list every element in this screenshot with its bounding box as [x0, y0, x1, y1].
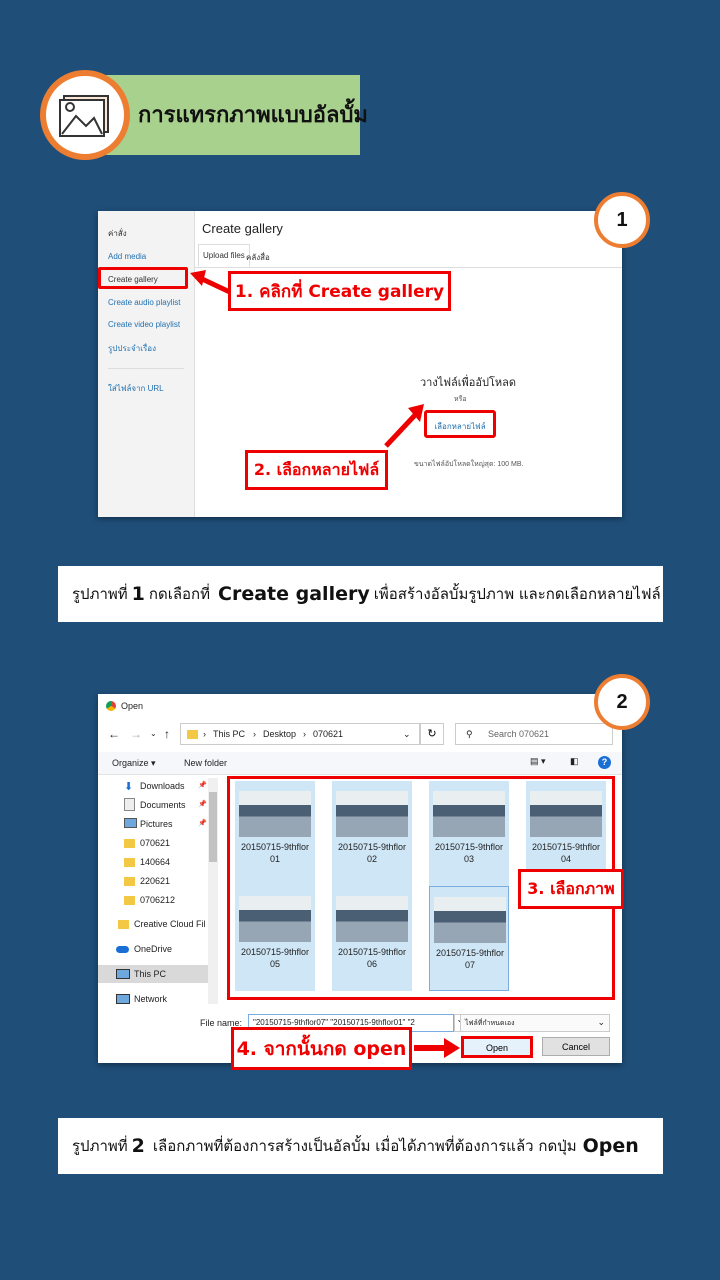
nav-item-network[interactable]: Network	[134, 994, 167, 1004]
nav-item-this-pc[interactable]: This PC	[134, 969, 166, 979]
caption-prefix: รูปภาพที่	[72, 1137, 128, 1155]
tab-upload-files[interactable]: Upload files	[198, 244, 250, 267]
callout-select-images: 3. เลือกภาพ	[518, 869, 624, 909]
picture-icon	[59, 95, 109, 137]
path-desktop[interactable]: Desktop	[263, 729, 296, 739]
caption-text-a: กดเลือกที่	[148, 585, 211, 603]
sidebar-item-audio-playlist[interactable]: Create audio playlist	[108, 298, 180, 307]
caption-bold: Create gallery	[218, 583, 370, 605]
sidebar-item-add-media[interactable]: Add media	[108, 252, 146, 261]
nav-item-140664[interactable]: 140664	[140, 857, 170, 867]
organize-menu[interactable]: Organize ▾	[112, 758, 156, 769]
nav-item-documents[interactable]: Documents	[140, 800, 186, 810]
folder-icon	[124, 839, 135, 848]
nav-item-pictures[interactable]: Pictures	[140, 819, 173, 829]
filetype-value: ไฟล์ที่กำหนดเอง	[465, 1020, 515, 1027]
caption-text-a: เลือกภาพที่ต้องการสร้างเป็นอัลบั้ม เมื่อ…	[152, 1137, 577, 1155]
search-input[interactable]: ⚲ Search 070621	[455, 723, 613, 745]
step-number-2: 2	[594, 674, 650, 730]
select-files-button[interactable]: เลือกหลายไฟล์	[424, 410, 496, 438]
chevron-down-icon[interactable]: ⌄	[403, 729, 411, 740]
caption-bold: Open	[582, 1135, 639, 1157]
address-bar[interactable]: › This PC › Desktop › 070621 ⌄	[180, 723, 420, 745]
path-sep-icon: ›	[203, 729, 206, 739]
sidebar-item-insert-url[interactable]: ใส่ไฟล์จาก URL	[108, 382, 164, 395]
tab-divider	[194, 267, 622, 268]
computer-icon	[116, 969, 130, 979]
onedrive-icon	[116, 946, 129, 953]
back-button[interactable]: ←	[108, 727, 120, 741]
step-number-1: 1	[594, 192, 650, 248]
forward-button[interactable]: →	[130, 727, 142, 741]
caption-1: รูปภาพที่ 1 กดเลือกที่ Create gallery เพ…	[58, 566, 663, 622]
sidebar-heading: ค่าสั่ง	[108, 229, 127, 238]
up-button[interactable]: ↑	[164, 727, 170, 741]
pictures-icon	[124, 818, 137, 828]
caption-number: 1	[131, 583, 145, 605]
path-sep-icon: ›	[253, 729, 256, 739]
downloads-icon: ⬇	[124, 781, 134, 793]
help-icon[interactable]: ?	[598, 756, 611, 769]
filename-value: "20150715-9thflor07" "20150715-9thflor01…	[253, 1018, 415, 1027]
nav-item-onedrive[interactable]: OneDrive	[134, 944, 172, 954]
pin-icon: 📌	[198, 820, 207, 827]
view-icon[interactable]: ▤ ▾	[530, 756, 546, 767]
drop-text: วางไฟล์เพื่ออัปโหลด	[420, 377, 517, 389]
documents-icon	[124, 798, 135, 811]
sidebar-item-featured-image[interactable]: รูปประจำเรื่อง	[108, 342, 156, 355]
max-size-text: ขนาดไฟล์อัปโหลดใหญ่สุด: 100 MB.	[414, 461, 524, 468]
nav-item-0706212[interactable]: 0706212	[140, 895, 175, 905]
sidebar-divider	[108, 368, 184, 369]
caption-number: 2	[131, 1135, 145, 1157]
network-icon	[116, 994, 130, 1004]
refresh-button[interactable]: ↻	[420, 723, 444, 745]
media-title: Create gallery	[202, 221, 283, 236]
filetype-select[interactable]: ไฟล์ที่กำหนดเอง ⌄	[460, 1014, 610, 1032]
sidebar-item-video-playlist[interactable]: Create video playlist	[108, 320, 180, 329]
nav-item-downloads[interactable]: Downloads	[140, 781, 185, 791]
window-title: Open	[121, 701, 144, 711]
caption-prefix: รูปภาพที่	[72, 585, 128, 603]
folder-icon	[124, 858, 135, 867]
cancel-button[interactable]: Cancel	[542, 1037, 610, 1056]
chrome-icon	[106, 701, 116, 711]
create-gallery-highlight	[98, 267, 188, 289]
path-sep-icon: ›	[303, 729, 306, 739]
header-badge	[40, 70, 130, 160]
pin-icon: 📌	[198, 782, 207, 789]
callout-create-gallery: 1. คลิกที่ Create gallery	[228, 271, 451, 311]
caption-2: รูปภาพที่ 2 เลือกภาพที่ต้องการสร้างเป็นอ…	[58, 1118, 663, 1174]
nav-scroll-thumb[interactable]	[209, 792, 217, 862]
nav-item-220621[interactable]: 220621	[140, 876, 170, 886]
recent-button[interactable]: ⌄	[150, 729, 157, 738]
new-folder-button[interactable]: New folder	[184, 758, 227, 768]
caption-text-b: เพื่อสร้างอัลบั้มรูปภาพ และกดเลือกหลายไฟ…	[373, 585, 661, 603]
folder-icon	[187, 730, 198, 739]
folder-icon	[124, 877, 135, 886]
search-icon: ⚲	[466, 729, 473, 739]
tab-media-library[interactable]: คลังสื่อ	[246, 251, 270, 264]
path-folder[interactable]: 070621	[313, 729, 343, 739]
open-button[interactable]: Open	[461, 1036, 533, 1058]
preview-pane-icon[interactable]: ◧	[570, 756, 579, 767]
callout-select-files: 2. เลือกหลายไฟล์	[245, 450, 388, 490]
callout-press-open: 4. จากนั้นกด open	[231, 1027, 412, 1070]
path-this-pc[interactable]: This PC	[213, 729, 245, 739]
nav-item-creative-cloud[interactable]: Creative Cloud Fil	[134, 919, 206, 929]
nav-item-070621[interactable]: 070621	[140, 838, 170, 848]
page-title: การแทรกภาพแบบอัลบั้ม	[138, 103, 368, 128]
arrow-icon	[384, 404, 424, 448]
nav-scrollbar[interactable]	[208, 778, 218, 1004]
folder-icon	[124, 896, 135, 905]
or-text: หรือ	[454, 396, 467, 403]
arrow-icon	[414, 1038, 460, 1058]
creative-cloud-icon	[118, 920, 129, 929]
chevron-down-icon: ⌄	[597, 1017, 605, 1027]
search-placeholder: Search 070621	[488, 729, 550, 739]
pin-icon: 📌	[198, 801, 207, 808]
